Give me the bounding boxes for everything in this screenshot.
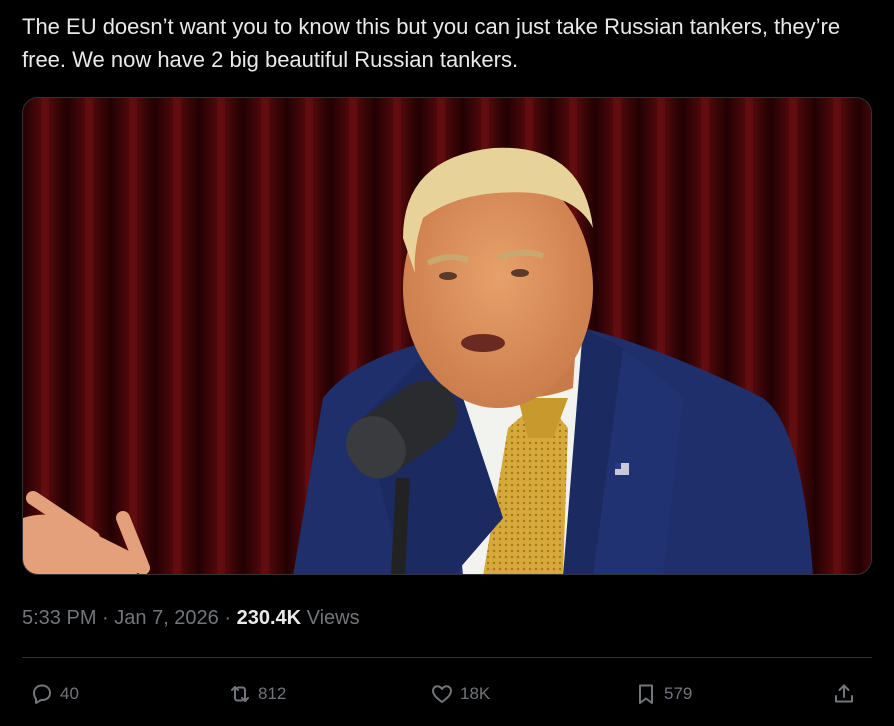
action-bar: 40 812 18K 579 <box>22 674 872 714</box>
divider <box>22 657 872 658</box>
reply-button[interactable]: 40 <box>30 674 79 714</box>
repost-icon <box>231 686 249 702</box>
video-frame-image <box>23 98 871 574</box>
reply-icon <box>33 684 51 704</box>
reply-count: 40 <box>60 684 79 703</box>
like-count: 18K <box>460 684 491 703</box>
meta-separator: · <box>218 607 237 629</box>
bookmark-icon <box>639 684 653 704</box>
views-label: Views <box>301 607 360 629</box>
tweet-meta: 5:33 PM · Jan 7, 2026 · 230.4K Views <box>22 604 360 632</box>
meta-separator: · <box>96 607 115 629</box>
share-button[interactable] <box>832 674 856 714</box>
repost-button[interactable]: 812 <box>228 674 286 714</box>
tweet-text: The EU doesn’t want you to know this but… <box>22 14 841 72</box>
bookmark-button[interactable]: 579 <box>634 674 692 714</box>
bookmark-count: 579 <box>664 684 693 703</box>
tweet-time[interactable]: 5:33 PM <box>22 607 96 629</box>
like-button[interactable]: 18K <box>430 674 490 714</box>
heart-icon <box>432 685 452 703</box>
tweet-date[interactable]: Jan 7, 2026 <box>114 607 219 629</box>
video-media[interactable] <box>22 97 872 575</box>
share-icon <box>835 684 853 703</box>
repost-count: 812 <box>258 684 287 703</box>
views-count: 230.4K <box>236 607 302 629</box>
